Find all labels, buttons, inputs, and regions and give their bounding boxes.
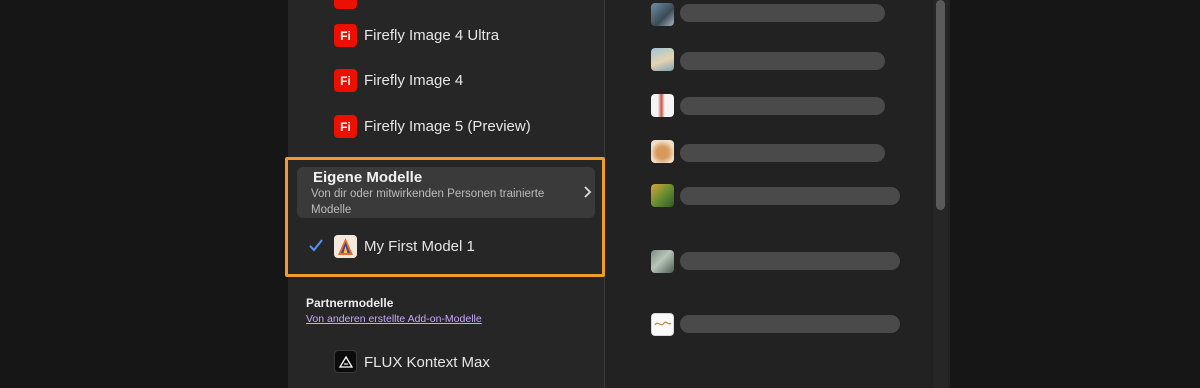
partner-models-title: Partnermodelle	[306, 296, 394, 310]
image-thumbnail	[651, 140, 674, 163]
placeholder-bar	[680, 252, 900, 270]
firefly-icon	[334, 0, 357, 9]
firefly-icon: Fi	[334, 69, 357, 92]
placeholder-bar	[680, 52, 885, 70]
scrollbar-thumb[interactable]	[936, 0, 945, 210]
placeholder-bar	[680, 187, 900, 205]
placeholder-bar	[680, 315, 900, 333]
partner-models-link[interactable]: Von anderen erstellte Add-on-Modelle	[306, 313, 482, 325]
model-label: Firefly Image 5 (Preview)	[364, 118, 531, 135]
image-thumbnail	[651, 184, 674, 207]
highlight-outline	[285, 157, 605, 277]
image-thumbnail	[651, 3, 674, 26]
model-label: FLUX Kontext Max	[364, 354, 490, 371]
model-label: Firefly Image 4 Ultra	[364, 27, 500, 44]
placeholder-bar	[680, 97, 885, 115]
placeholder-bar	[680, 144, 885, 162]
firefly-icon: Fi	[334, 115, 357, 138]
image-thumbnail	[651, 48, 674, 71]
model-label: Firefly Image 4	[364, 72, 464, 89]
flux-logo-icon	[334, 350, 357, 373]
image-thumbnail	[651, 313, 674, 336]
image-thumbnail	[651, 250, 674, 273]
image-thumbnail	[651, 94, 674, 117]
placeholder-bar	[680, 4, 885, 22]
firefly-icon: Fi	[334, 24, 357, 47]
